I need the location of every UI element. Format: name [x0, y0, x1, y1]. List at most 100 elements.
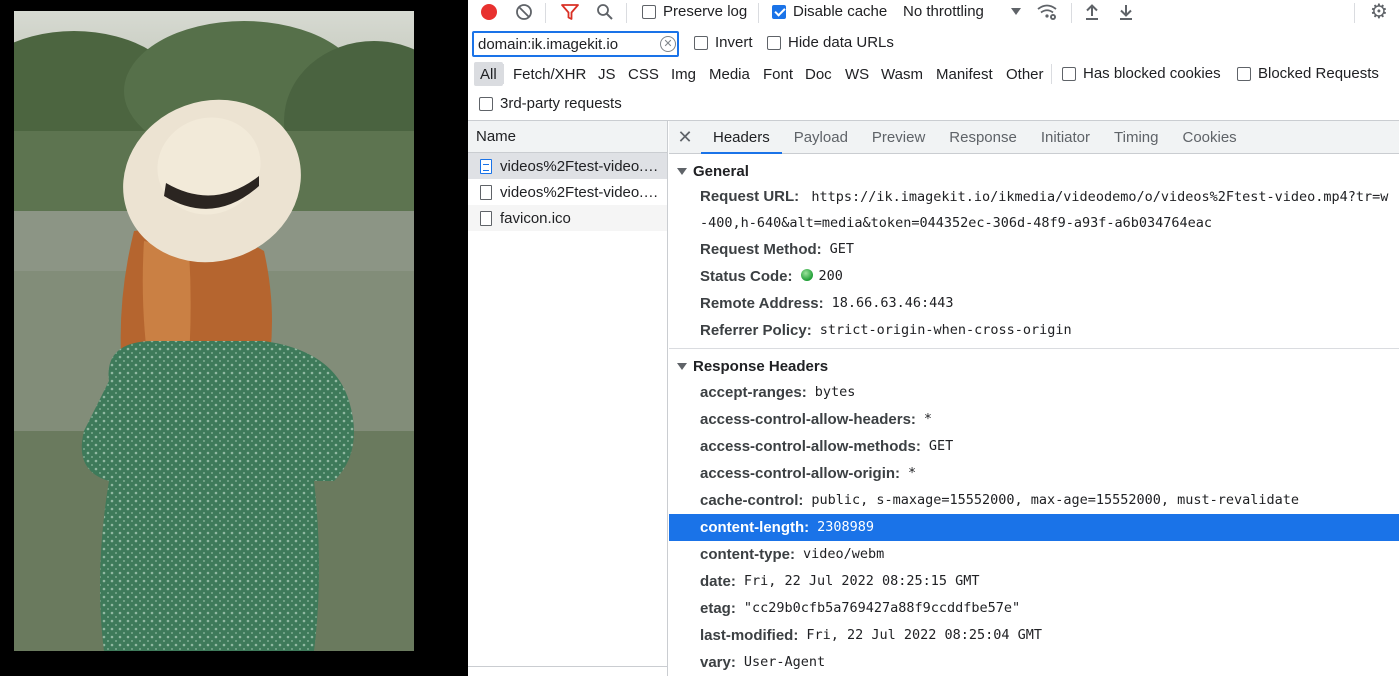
toolbar-divider	[503, 64, 504, 84]
header-value: strict-origin-when-cross-origin	[819, 322, 1072, 338]
header-key: vary:	[700, 654, 736, 671]
header-key: content-length:	[700, 519, 810, 536]
type-filter-doc[interactable]: Doc	[799, 62, 838, 86]
hide-data-urls-check[interactable]	[767, 35, 781, 50]
tab-cookies[interactable]: Cookies	[1170, 121, 1248, 153]
network-conditions-button[interactable]	[1034, 0, 1060, 24]
request-row[interactable]: favicon.ico	[468, 205, 667, 231]
header-value: https://ik.imagekit.io/ikmedia/videodemo…	[700, 189, 1389, 231]
response-headers-list: accept-ranges: bytes access-control-allow…	[669, 379, 1399, 676]
request-row[interactable]: videos%2Ftest-video.mp4?tr=w-400,h-640	[468, 153, 667, 179]
devtools-network-panel: Preserve log Disable cache No throttling	[468, 0, 1399, 676]
invert-label: Invert	[715, 34, 753, 51]
header-row-status-code: Status Code: 200	[669, 263, 1399, 290]
disable-cache-label: Disable cache	[793, 3, 888, 20]
search-button[interactable]	[592, 0, 618, 24]
header-key: Status Code:	[700, 268, 793, 285]
header-row-request-method: Request Method: GET	[669, 236, 1399, 263]
header-row-referrer-policy: Referrer Policy: strict-origin-when-cros…	[669, 317, 1399, 344]
tab-payload[interactable]: Payload	[782, 121, 860, 153]
document-icon	[480, 158, 492, 174]
general-section-header[interactable]: General	[669, 154, 1399, 188]
invert-check[interactable]	[694, 35, 708, 50]
type-filter-all[interactable]: All	[474, 62, 503, 86]
toolbar-divider	[1354, 3, 1355, 23]
clear-button[interactable]	[511, 0, 537, 24]
response-headers-section-header[interactable]: Response Headers	[669, 349, 1399, 383]
tab-headers[interactable]: Headers	[701, 121, 782, 154]
export-har-button[interactable]	[1113, 0, 1139, 24]
header-key: Referrer Policy:	[700, 322, 812, 339]
request-name: videos%2Ftest-video.mp4?tr=w-400,h-640	[500, 157, 665, 175]
triangle-down-icon	[677, 362, 687, 370]
detail-tabs: ✕ Headers Payload Preview Response Initi…	[669, 121, 1399, 154]
name-column-header[interactable]: Name	[468, 121, 667, 153]
status-bar	[468, 666, 667, 676]
type-filter-css[interactable]: CSS	[622, 62, 665, 86]
disable-cache-check[interactable]	[772, 4, 786, 19]
throttling-select[interactable]: No throttling	[903, 3, 1021, 20]
type-filter-wasm[interactable]: Wasm	[875, 62, 929, 86]
network-settings-button[interactable]: ⚙	[1366, 0, 1392, 24]
header-row-remote-address: Remote Address: 18.66.63.46:443	[669, 290, 1399, 317]
has-blocked-cookies-checkbox[interactable]: Has blocked cookies	[1062, 65, 1221, 82]
response-header-row: access-control-allow-origin: *	[669, 460, 1399, 487]
filter-icon	[561, 4, 579, 20]
request-list: Name videos%2Ftest-video.mp4?tr=w-400,h-…	[468, 121, 668, 676]
toolbar-divider	[1071, 3, 1072, 23]
header-row-request-url: Request URL: https://ik.imagekit.io/ikme…	[669, 184, 1399, 236]
blocked-requests-label: Blocked Requests	[1258, 65, 1379, 82]
video-player[interactable]	[14, 11, 414, 651]
invert-checkbox[interactable]: Invert	[694, 34, 753, 51]
tab-response[interactable]: Response	[937, 121, 1029, 153]
header-key: accept-ranges:	[700, 384, 807, 401]
response-header-row: last-modified: Fri, 22 Jul 2022 08:25:04 …	[669, 622, 1399, 649]
close-icon[interactable]: ✕	[669, 121, 701, 153]
header-key: Request Method:	[700, 241, 822, 258]
header-value: Fri, 22 Jul 2022 08:25:04 GMT	[806, 627, 1043, 643]
header-key: Remote Address:	[700, 295, 824, 312]
response-header-row-selected[interactable]: content-length: 2308989	[669, 514, 1399, 541]
request-row[interactable]: videos%2Ftest-video.mp4?tr=w-400,h-640	[468, 179, 667, 205]
response-header-row: access-control-allow-methods: GET	[669, 433, 1399, 460]
tab-preview[interactable]: Preview	[860, 121, 937, 153]
has-blocked-cookies-check[interactable]	[1062, 66, 1076, 81]
type-filter-img[interactable]: Img	[665, 62, 702, 86]
header-value: "cc29b0cfb5a769427a88f9ccddfbe57e"	[743, 600, 1021, 616]
type-filter-manifest[interactable]: Manifest	[930, 62, 999, 86]
header-value: GET	[928, 438, 954, 454]
tab-timing[interactable]: Timing	[1102, 121, 1170, 153]
upload-icon	[1086, 4, 1098, 20]
type-filter-other[interactable]: Other	[1000, 62, 1050, 86]
header-value: *	[908, 465, 917, 481]
disable-cache-checkbox[interactable]: Disable cache	[772, 3, 887, 20]
type-filter-fetch-xhr[interactable]: Fetch/XHR	[507, 62, 592, 86]
import-har-button[interactable]	[1079, 0, 1105, 24]
type-filter-font[interactable]: Font	[757, 62, 799, 86]
response-header-row: date: Fri, 22 Jul 2022 08:25:15 GMT	[669, 568, 1399, 595]
third-party-requests-check[interactable]	[479, 96, 493, 111]
third-party-requests-checkbox[interactable]: 3rd-party requests	[479, 95, 622, 112]
preserve-log-checkbox[interactable]: Preserve log	[642, 3, 747, 20]
header-key: access-control-allow-headers:	[700, 411, 916, 428]
wifi-settings-icon	[1037, 4, 1057, 20]
header-value: 2308989	[817, 519, 875, 535]
header-key: cache-control:	[700, 492, 804, 509]
preserve-log-check[interactable]	[642, 4, 656, 19]
type-filter-js[interactable]: JS	[592, 62, 622, 86]
record-button[interactable]	[476, 0, 502, 24]
blocked-requests-checkbox[interactable]: Blocked Requests	[1237, 65, 1379, 82]
filter-input[interactable]	[472, 31, 679, 57]
response-header-row: accept-ranges: bytes	[669, 379, 1399, 406]
hide-data-urls-checkbox[interactable]: Hide data URLs	[767, 34, 894, 51]
type-filter-media[interactable]: Media	[703, 62, 756, 86]
blocked-requests-check[interactable]	[1237, 66, 1251, 81]
type-filter-ws[interactable]: WS	[839, 62, 875, 86]
tab-initiator[interactable]: Initiator	[1029, 121, 1102, 153]
header-key: last-modified:	[700, 627, 799, 644]
clear-filter-icon[interactable]: ✕	[660, 36, 676, 52]
header-key: etag:	[700, 600, 736, 617]
response-headers-title: Response Headers	[693, 357, 829, 375]
filter-toggle-button[interactable]	[557, 0, 583, 24]
header-value: Fri, 22 Jul 2022 08:25:15 GMT	[743, 573, 980, 589]
